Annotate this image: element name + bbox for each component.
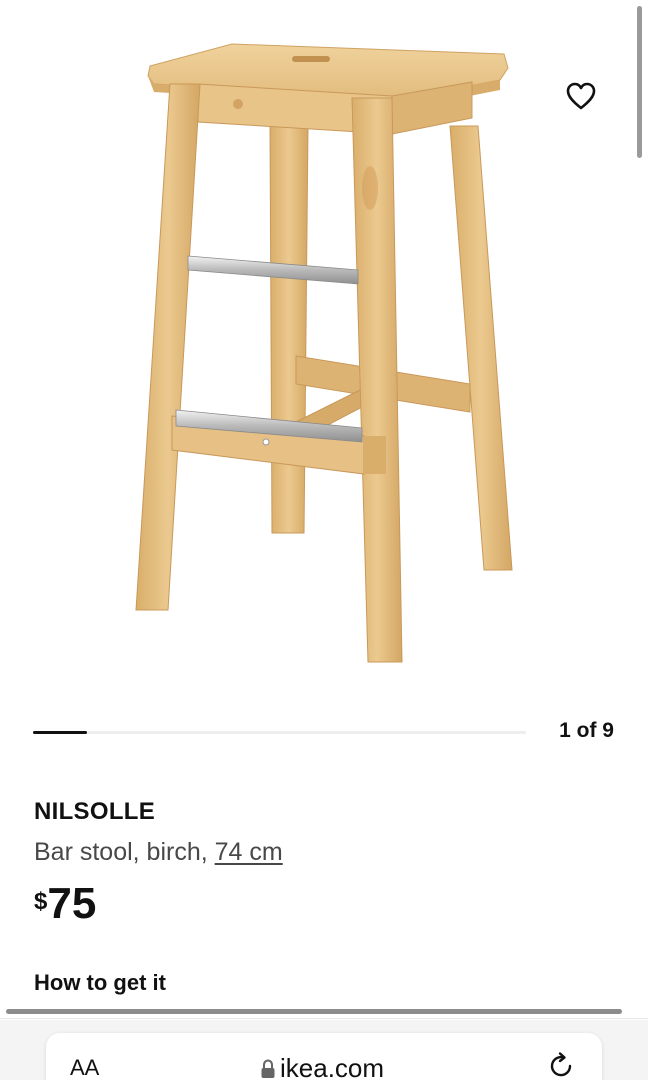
- carousel-counter: 1 of 9: [559, 719, 614, 742]
- address-bar[interactable]: AA ikea.com: [46, 1033, 602, 1080]
- page-scrollbar[interactable]: [637, 6, 642, 158]
- favorite-button[interactable]: [562, 78, 600, 114]
- text-size-button[interactable]: AA: [70, 1055, 99, 1080]
- reload-icon: [550, 1052, 572, 1077]
- url-text: ikea.com: [280, 1053, 385, 1080]
- lock-icon: [261, 1058, 275, 1078]
- horizontal-scrollbar[interactable]: [6, 1009, 622, 1014]
- reload-button[interactable]: [546, 1051, 578, 1080]
- price-amount: 75: [47, 879, 97, 928]
- text-size-label: AA: [70, 1055, 100, 1080]
- heart-icon: [566, 82, 596, 110]
- browser-toolbar: AA ikea.com: [0, 1020, 648, 1080]
- product-price: $ 75: [34, 882, 96, 926]
- product-image[interactable]: [120, 38, 530, 670]
- product-name: NILSOLLE: [34, 798, 156, 825]
- product-size-link[interactable]: 74 cm: [215, 838, 283, 866]
- url-display[interactable]: ikea.com: [260, 1053, 384, 1080]
- carousel-progress-fill: [33, 731, 88, 734]
- product-description: Bar stool, birch, 74 cm: [34, 838, 283, 867]
- how-to-get-it-heading[interactable]: How to get it: [34, 970, 166, 996]
- product-description-text: Bar stool, birch,: [34, 838, 215, 866]
- carousel-progress-bar[interactable]: [33, 731, 526, 734]
- price-currency: $: [34, 888, 48, 915]
- divider: [0, 1018, 648, 1019]
